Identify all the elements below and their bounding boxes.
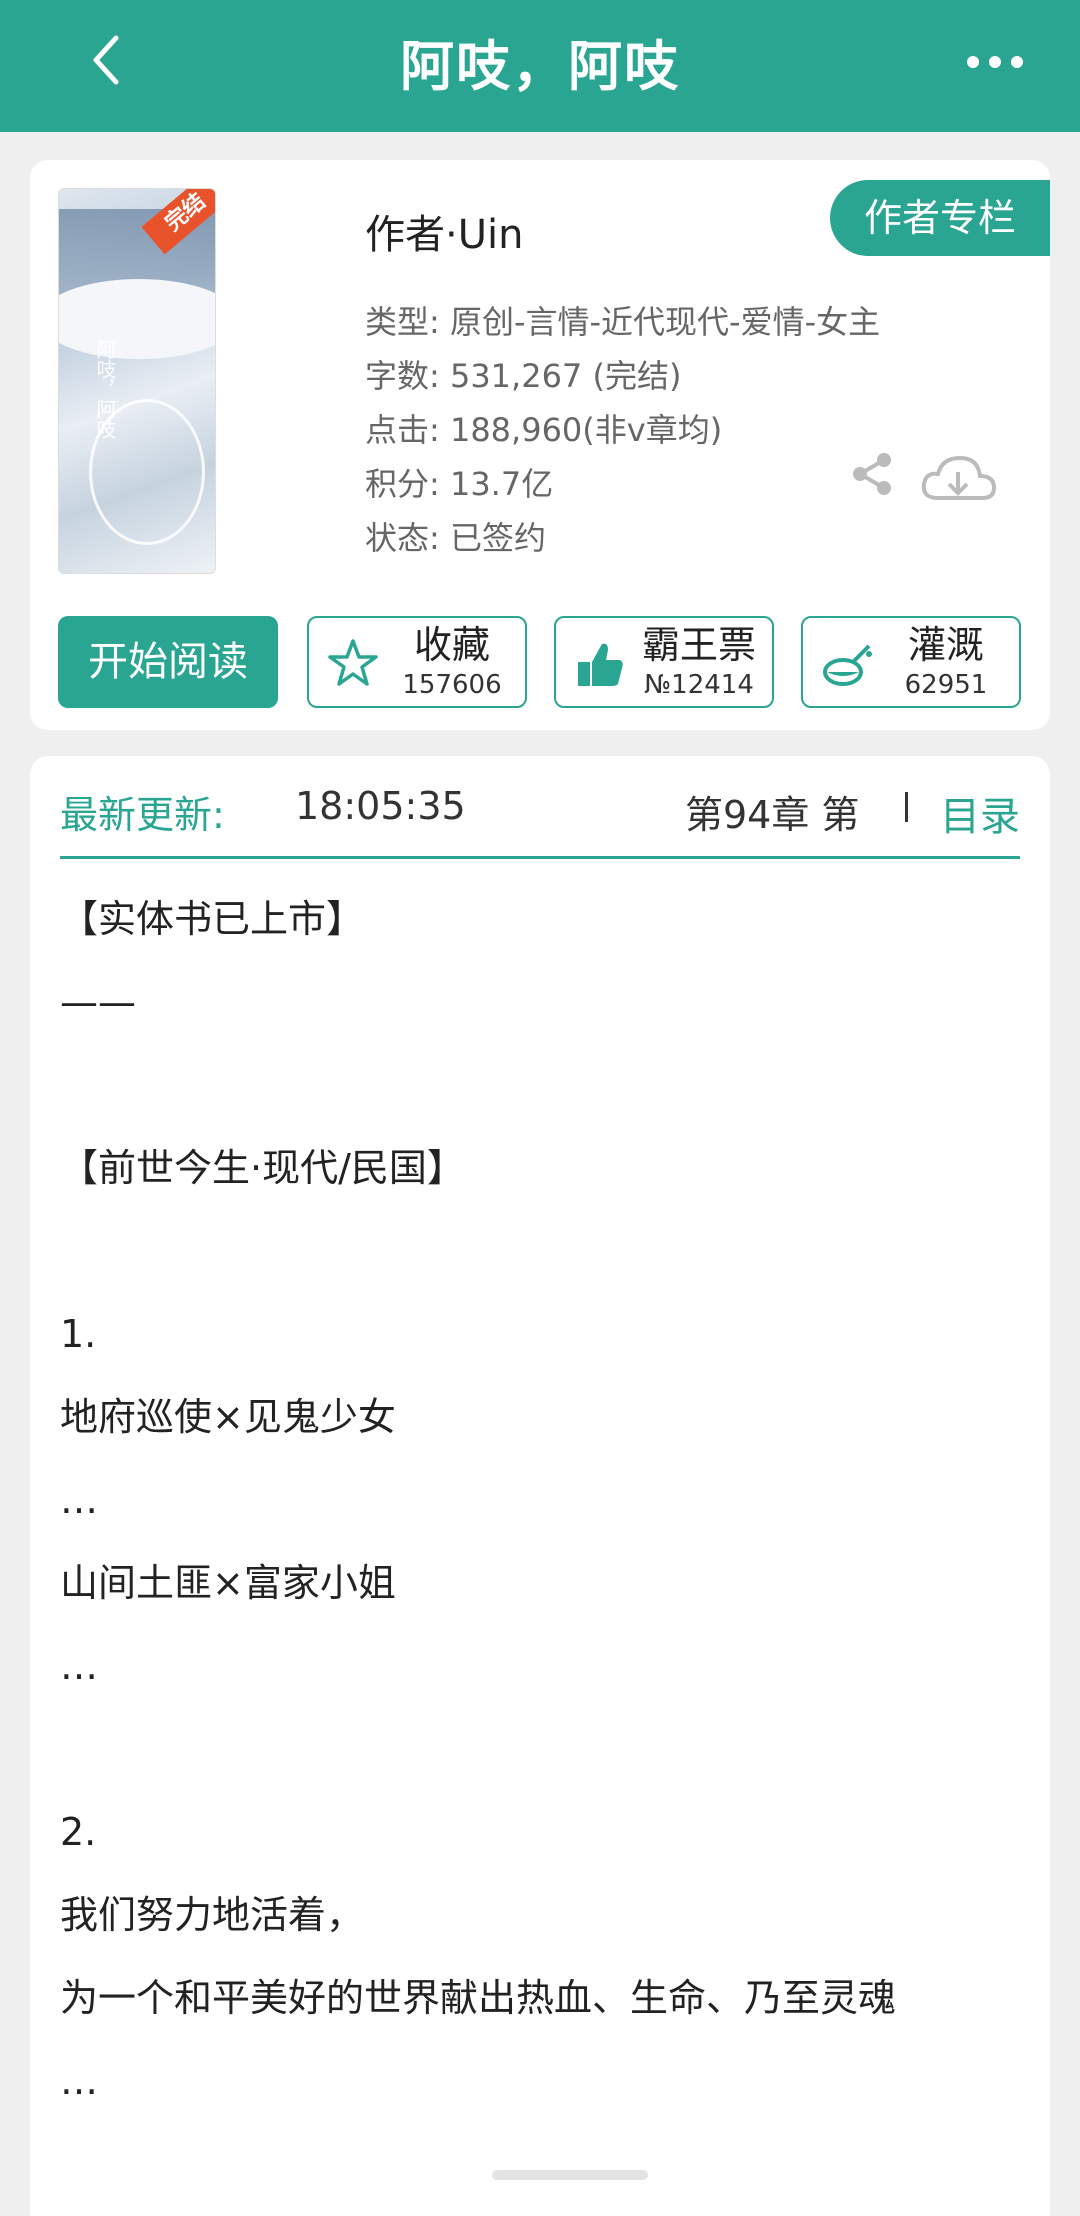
meta-status: 状态: 已签约 [365,519,546,557]
desc-line: 为一个和平美好的世界献出热血、生命、乃至灵魂 [60,1976,897,2020]
more-options-icon[interactable] [965,44,1025,80]
meta-clicks: 点击: 188,960(非v章均) [365,411,723,449]
star-icon [328,639,378,686]
favorite-count: 157606 [402,670,502,700]
meta-points: 积分: 13.7亿 [365,465,554,503]
desc-line [60,1044,1020,1127]
overlord-label: 霸王票 [641,623,756,667]
latest-chapter-marquee[interactable]: 第94章 第 [685,784,915,839]
cover-title: 阿吱，阿吱 [93,339,117,439]
desc-line: 地府巡使×见鬼少女 [60,1395,396,1439]
page-title: 阿吱，阿吱 [400,35,680,98]
marquee-divider [905,792,908,822]
synopsis-card: 最新更新: 18:05:35 第94章 第 目录 【实体书已上市】 —— 【前世… [30,756,1050,2216]
latest-update-time: 18:05:35 [295,784,466,828]
desc-line: … [60,1644,98,1688]
desc-line: 【实体书已上市】 [60,897,365,941]
desc-line [60,1708,1020,1791]
start-reading-button[interactable]: 开始阅读 [58,616,278,708]
book-cover[interactable]: 阿吱，阿吱 完结 [58,188,216,574]
nourish-button[interactable]: 灌溉 62951 [801,616,1021,708]
desc-line: 我们努力地活着， [60,1893,365,1937]
home-indicator [492,2170,648,2180]
desc-line: 2. [60,1810,97,1854]
favorite-button[interactable]: 收藏 157606 [307,616,527,708]
thumbs-up-icon [578,643,623,686]
desc-line: —— [60,980,136,1024]
meta-genre: 类型: 原创-言情-近代现代-爱情-女主 [365,303,881,341]
desc-line [60,1210,1020,1293]
desc-line: 【前世今生·现代/民国】 [60,1146,465,1190]
top-bar: 阿吱，阿吱 [0,0,1080,132]
latest-update-row[interactable]: 最新更新: 18:05:35 第94章 第 目录 [60,756,1020,859]
book-info-card: 阿吱，阿吱 完结 作者·Uin 作者专栏 类型: 原创-言情-近代现代-爱情-女… [30,160,1050,730]
author-name[interactable]: 作者·Uin [365,202,523,260]
overlord-count: №12414 [644,670,754,700]
latest-update-label: 最新更新: [60,793,225,837]
cloud-download-icon[interactable] [918,450,998,506]
nourish-count: 62951 [904,670,988,700]
overlord-ticket-button[interactable]: 霸王票 №12414 [554,616,774,708]
book-description: 【实体书已上市】 —— 【前世今生·现代/民国】 1. 地府巡使×见鬼少女 … … [60,878,1020,2123]
meta-word-count: 字数: 531,267 (完结) [365,357,682,395]
desc-line: … [60,1478,98,1522]
favorite-label: 收藏 [413,623,490,667]
share-icon[interactable] [848,450,896,498]
desc-line: … [60,2059,98,2103]
author-column-button[interactable]: 作者专栏 [830,180,1050,256]
nourish-label: 灌溉 [907,623,984,667]
desc-line: 山间土匪×富家小姐 [60,1561,396,1605]
book-meta: 类型: 原创-言情-近代现代-爱情-女主 字数: 531,267 (完结) 点击… [365,295,880,565]
watering-flask-icon [823,644,872,686]
table-of-contents-button[interactable]: 目录 [940,784,1020,842]
desc-line: 1. [60,1312,97,1356]
